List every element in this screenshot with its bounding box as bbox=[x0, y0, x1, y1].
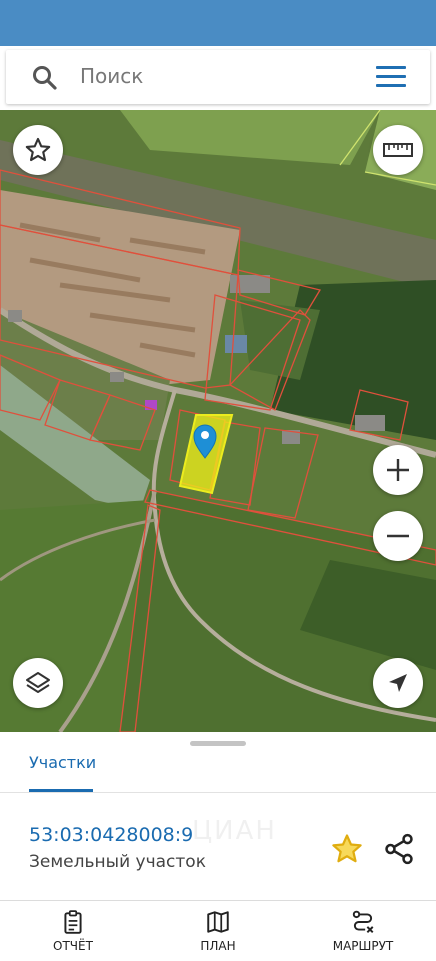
parcel-type: Земельный участок bbox=[29, 852, 206, 872]
share-icon bbox=[385, 833, 413, 865]
cadastral-number[interactable]: 53:03:0428008:9 bbox=[29, 824, 193, 846]
star-outline-icon bbox=[25, 137, 51, 162]
layers-icon bbox=[26, 672, 50, 693]
share-button[interactable] bbox=[382, 832, 416, 866]
nav-report-label: ОТЧЁТ bbox=[53, 939, 93, 953]
satellite-map bbox=[0, 110, 436, 732]
minus-icon bbox=[387, 534, 409, 538]
plus-icon bbox=[387, 459, 409, 481]
search-input[interactable]: Поиск bbox=[80, 64, 143, 88]
bottom-navigation: ОТЧЁТ ПЛАН МАРШРУТ bbox=[0, 900, 436, 961]
watermark: ЦИАН bbox=[192, 816, 277, 846]
locate-button[interactable] bbox=[373, 658, 423, 708]
divider bbox=[0, 792, 436, 793]
star-icon bbox=[332, 834, 362, 863]
nav-route-label: МАРШРУТ bbox=[332, 939, 394, 953]
zoom-in-button[interactable] bbox=[373, 445, 423, 495]
parcel-panel: Участки ЦИАН 53:03:0428008:9 Земельный у… bbox=[0, 732, 436, 900]
menu-icon[interactable] bbox=[376, 66, 406, 88]
ruler-icon bbox=[383, 143, 413, 157]
nav-report[interactable]: ОТЧЁТ bbox=[13, 909, 133, 953]
map-view[interactable] bbox=[0, 110, 436, 732]
nav-plan-label: ПЛАН bbox=[200, 939, 236, 953]
search-bar[interactable]: Поиск bbox=[6, 50, 430, 104]
report-icon bbox=[64, 910, 82, 934]
navigation-arrow-icon bbox=[389, 674, 407, 692]
ruler-button[interactable] bbox=[373, 125, 423, 175]
nav-route[interactable]: МАРШРУТ bbox=[303, 909, 423, 953]
map-plan-icon bbox=[207, 911, 229, 933]
layers-button[interactable] bbox=[13, 658, 63, 708]
zoom-out-button[interactable] bbox=[373, 511, 423, 561]
search-icon bbox=[33, 66, 57, 90]
add-favorite-button[interactable] bbox=[330, 832, 364, 866]
favorites-button[interactable] bbox=[13, 125, 63, 175]
route-icon bbox=[352, 910, 374, 933]
drag-handle[interactable] bbox=[190, 741, 246, 746]
status-bar bbox=[0, 0, 436, 46]
nav-plan[interactable]: ПЛАН bbox=[158, 909, 278, 953]
tab-parcels[interactable]: Участки bbox=[29, 753, 96, 772]
